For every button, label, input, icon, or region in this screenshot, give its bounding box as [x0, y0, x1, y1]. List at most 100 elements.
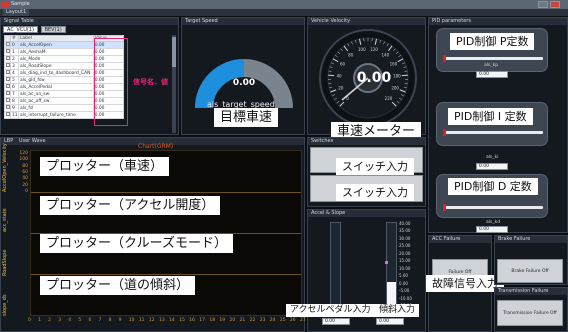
plot-x-tick: 17 — [199, 318, 205, 323]
signal-table-scrollbar[interactable] — [172, 35, 176, 133]
pid-d-label: als_kd — [486, 220, 501, 225]
row-index: 11 — [10, 111, 19, 119]
target-speed-header: Target Speed — [182, 18, 304, 25]
pid-i-callout: PID制御 I 定数 — [448, 108, 533, 125]
plot-x-tick: 20 — [229, 318, 236, 323]
acc-failure-header: ACC Failure — [429, 236, 491, 243]
row-checkbox-cell[interactable] — [4, 62, 11, 70]
row-checkbox[interactable] — [6, 91, 10, 96]
pid-p-slider-thumb[interactable] — [443, 55, 446, 62]
row-index: 4 — [10, 69, 19, 77]
row-checkbox[interactable] — [6, 77, 10, 82]
pid-d-callout: PID制御 D 定数 — [448, 178, 538, 195]
pid-d-slider-thumb[interactable] — [443, 204, 446, 211]
app-icon — [2, 1, 9, 8]
row-checkbox[interactable] — [6, 84, 10, 89]
layout-tabbar: Layout1 — [0, 9, 568, 16]
close-button[interactable] — [550, 1, 560, 8]
row-index: 0 — [10, 41, 19, 49]
pid-i-slider-track[interactable] — [443, 131, 543, 134]
row-index: 8 — [10, 97, 19, 105]
plot-x-tick: 4 — [68, 318, 72, 323]
signal-table-panel: Signal Table AC_VCU(1) BEV(1) # Label Va… — [0, 17, 179, 135]
accel-slope-header: Accel & Slope — [308, 210, 425, 217]
slope-scale-label: 25.00 — [399, 243, 411, 249]
plot-callout-cruise: プロッター（クルーズモード） — [40, 234, 233, 253]
plot-series-label-1: AccelOpen_Velocity — [2, 143, 8, 192]
slope-scale-label: 0.00 — [399, 280, 408, 286]
row-checkbox-cell[interactable] — [4, 69, 11, 77]
slope-value-input[interactable]: 0.00 — [376, 318, 404, 325]
dial-tick-label: 140 — [382, 52, 390, 57]
row-index: 5 — [10, 76, 19, 84]
tab-ac-vcu[interactable]: AC_VCU(1) — [3, 26, 38, 33]
plot-x-tick: 11 — [138, 318, 145, 323]
row-checkbox-cell[interactable] — [4, 76, 11, 84]
window-titlebar: Sample — [0, 0, 568, 9]
switch-callout-1: スイッチ入力 — [336, 158, 414, 175]
plot-x-tick: 14 — [169, 318, 175, 323]
row-checkbox[interactable] — [6, 63, 10, 68]
row-label: als_ac_on_sw — [17, 90, 94, 98]
plot-x-tick: 7 — [98, 318, 102, 323]
pid-i-slider-thumb[interactable] — [443, 129, 446, 136]
dial-tick-label: 160 — [390, 62, 398, 67]
minimize-button[interactable] — [538, 1, 548, 8]
pid-d-slider-track[interactable] — [443, 206, 543, 209]
row-checkbox[interactable] — [6, 105, 10, 110]
brake-failure-button[interactable]: Brake Failure Off — [497, 259, 563, 283]
pid-p-label: als_kp — [484, 63, 499, 68]
transmission-failure-button[interactable]: Transmission Failure Off — [497, 300, 563, 326]
row-checkbox-cell[interactable] — [4, 83, 11, 91]
pid-p-input[interactable]: 0.00 — [476, 71, 508, 78]
slope-callout: 傾斜入力 — [375, 304, 420, 317]
vehicle-velocity-header: Vehicle Velocity — [308, 18, 425, 25]
pid-i-input[interactable]: 0.00 — [476, 163, 508, 170]
plot-x-tick: 25 — [279, 318, 286, 323]
plot-callout-accel: プロッター（アクセル開度） — [40, 196, 221, 215]
pid-p-slider-track[interactable] — [443, 57, 543, 60]
plot-lane-divider — [31, 274, 301, 275]
row-checkbox-cell[interactable] — [4, 111, 11, 119]
pid-p-callout: PID制御 P定数 — [450, 33, 535, 50]
slope-tank[interactable] — [385, 222, 397, 308]
row-checkbox[interactable] — [6, 49, 10, 54]
row-checkbox[interactable] — [6, 42, 10, 47]
plot-y-tick: 120 — [19, 151, 28, 156]
row-checkbox-cell[interactable] — [4, 48, 11, 56]
tab-bev[interactable]: BEV(1) — [40, 26, 66, 33]
pid-d-input[interactable]: 0.00 — [476, 226, 508, 233]
accel-value-input[interactable]: 0.00 — [322, 318, 350, 325]
row-index: 1 — [10, 48, 19, 56]
dial-tick-label: 80 — [348, 52, 354, 57]
row-checkbox[interactable] — [6, 70, 10, 75]
row-checkbox-cell[interactable] — [4, 97, 11, 105]
plot-x-tick: 24 — [269, 318, 276, 323]
row-label: als_ac_off_sw — [17, 97, 94, 105]
row-checkbox-cell[interactable] — [4, 55, 11, 63]
slope-scale-label: 5.00 — [399, 273, 408, 279]
row-index: 9 — [10, 104, 19, 112]
row-checkbox[interactable] — [6, 112, 10, 117]
window-title: Sample — [11, 1, 30, 7]
pid-header: PID parameters — [429, 18, 567, 25]
scrollbar-thumb[interactable] — [172, 37, 176, 67]
vehicle-velocity-panel: Vehicle Velocity 0 20 40 60 80 100 120 140 160 18… — [307, 17, 426, 135]
layout-tab[interactable]: Layout1 — [3, 9, 30, 16]
plot-x-tick: 6 — [88, 318, 92, 323]
dial-tick-label: 180 — [393, 73, 401, 78]
row-checkbox[interactable] — [6, 98, 10, 103]
plot-x-tick: 12 — [148, 318, 155, 323]
slope-scale-label: 10.00 — [399, 265, 411, 271]
row-checkbox[interactable] — [6, 56, 10, 61]
signal-table-tabs: AC_VCU(1) BEV(1) — [3, 26, 67, 33]
row-checkbox-cell[interactable] — [4, 41, 11, 49]
plot-y-tick: 0 — [25, 189, 28, 194]
plot-x-tick: 27 — [300, 318, 306, 323]
row-checkbox-cell[interactable] — [4, 90, 11, 98]
signal-table-header: Signal Table — [1, 18, 178, 25]
accel-pedal-tank[interactable] — [330, 222, 341, 308]
slope-scale-label: 40.00 — [399, 221, 411, 226]
row-checkbox-cell[interactable] — [4, 104, 11, 112]
plot-x-tick: 21 — [239, 318, 246, 323]
